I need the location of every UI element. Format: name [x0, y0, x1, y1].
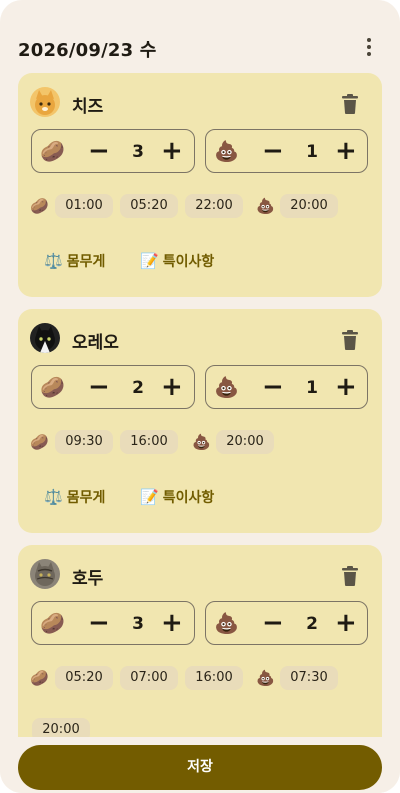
feed-time-chip[interactable]: 01:00 [55, 194, 113, 218]
scale-icon: ⚖️ [44, 252, 63, 270]
trash-icon[interactable] [340, 329, 360, 351]
poop-time-chip[interactable]: 07:30 [280, 666, 338, 690]
poop-icon: 💩 [214, 375, 239, 399]
more-vert-icon[interactable] [356, 34, 382, 60]
feed-increment-button[interactable]: + [161, 372, 183, 402]
trash-icon[interactable] [340, 565, 360, 587]
poop-icon: 💩 [192, 433, 211, 451]
feed-stepper: 🥔 − 2 + [31, 365, 195, 409]
notes-button[interactable]: 📝 특이사항 [140, 486, 214, 508]
feed-decrement-button[interactable]: − [88, 608, 110, 638]
poop-icon: 💩 [214, 139, 239, 163]
feed-decrement-button[interactable]: − [88, 136, 110, 166]
poop-stepper: 💩 − 1 + [205, 129, 368, 173]
poop-count: 2 [306, 614, 318, 634]
cat-name: 호두 [72, 569, 104, 589]
feed-time-chip[interactable]: 09:30 [55, 430, 113, 454]
poop-count: 1 [306, 378, 318, 398]
potato-icon: 🥔 [30, 433, 49, 451]
poop-icon: 💩 [256, 197, 275, 215]
poop-decrement-button[interactable]: − [262, 608, 284, 638]
scale-icon: ⚖️ [44, 488, 63, 506]
feed-increment-button[interactable]: + [161, 608, 183, 638]
notes-button[interactable]: 📝 특이사항 [140, 250, 214, 272]
potato-icon: 🥔 [30, 669, 49, 687]
poop-increment-button[interactable]: + [335, 372, 357, 402]
cat-name: 치즈 [72, 97, 104, 117]
feed-decrement-button[interactable]: − [88, 372, 110, 402]
potato-icon: 🥔 [30, 197, 49, 215]
cat-card-cheese: 치즈 🥔 − 3 + 💩 − 1 + 🥔 01:00 05:20 22:00 💩… [18, 73, 382, 297]
cat-card-oreo: 오레오 🥔 − 2 + 💩 − 1 + 🥔 09:30 16:00 💩 20:0… [18, 309, 382, 533]
feed-time-chip[interactable]: 05:20 [55, 666, 113, 690]
feed-count: 2 [132, 378, 144, 398]
potato-icon: 🥔 [40, 139, 65, 163]
poop-increment-button[interactable]: + [335, 136, 357, 166]
cat-avatar-walnut [30, 559, 60, 589]
feed-stepper: 🥔 − 3 + [31, 129, 195, 173]
poop-stepper: 💩 − 2 + [205, 601, 368, 645]
poop-icon: 💩 [256, 669, 275, 687]
weight-button[interactable]: ⚖️ 몸무게 [44, 486, 105, 508]
weight-button[interactable]: ⚖️ 몸무게 [44, 250, 105, 272]
feed-stepper: 🥔 − 3 + [31, 601, 195, 645]
cat-name: 오레오 [72, 333, 119, 353]
date-title[interactable]: 2026/09/23 수 [18, 36, 157, 62]
poop-time-chip[interactable]: 20:00 [216, 430, 274, 454]
poop-time-chip[interactable]: 20:00 [280, 194, 338, 218]
top-bar: 2026/09/23 수 [0, 0, 400, 72]
feed-time-chip[interactable]: 22:00 [185, 194, 243, 218]
feed-time-chip[interactable]: 16:00 [185, 666, 243, 690]
memo-icon: 📝 [140, 488, 159, 506]
feed-time-chip[interactable]: 07:00 [120, 666, 178, 690]
potato-icon: 🥔 [40, 611, 65, 635]
feed-time-chip[interactable]: 05:20 [120, 194, 178, 218]
feed-count: 3 [132, 142, 144, 162]
poop-stepper: 💩 − 1 + [205, 365, 368, 409]
feed-time-chip[interactable]: 16:00 [120, 430, 178, 454]
save-button[interactable]: 저장 [18, 745, 382, 790]
feed-count: 3 [132, 614, 144, 634]
cat-avatar-cheese [30, 87, 60, 117]
screen: 2026/09/23 수 치즈 🥔 − 3 + 💩 − 1 + 🥔 01:00 … [0, 0, 400, 793]
memo-icon: 📝 [140, 252, 159, 270]
poop-decrement-button[interactable]: − [262, 372, 284, 402]
poop-icon: 💩 [214, 611, 239, 635]
feed-increment-button[interactable]: + [161, 136, 183, 166]
trash-icon[interactable] [340, 93, 360, 115]
cat-avatar-oreo [30, 323, 60, 353]
poop-decrement-button[interactable]: − [262, 136, 284, 166]
poop-increment-button[interactable]: + [335, 608, 357, 638]
poop-count: 1 [306, 142, 318, 162]
potato-icon: 🥔 [40, 375, 65, 399]
